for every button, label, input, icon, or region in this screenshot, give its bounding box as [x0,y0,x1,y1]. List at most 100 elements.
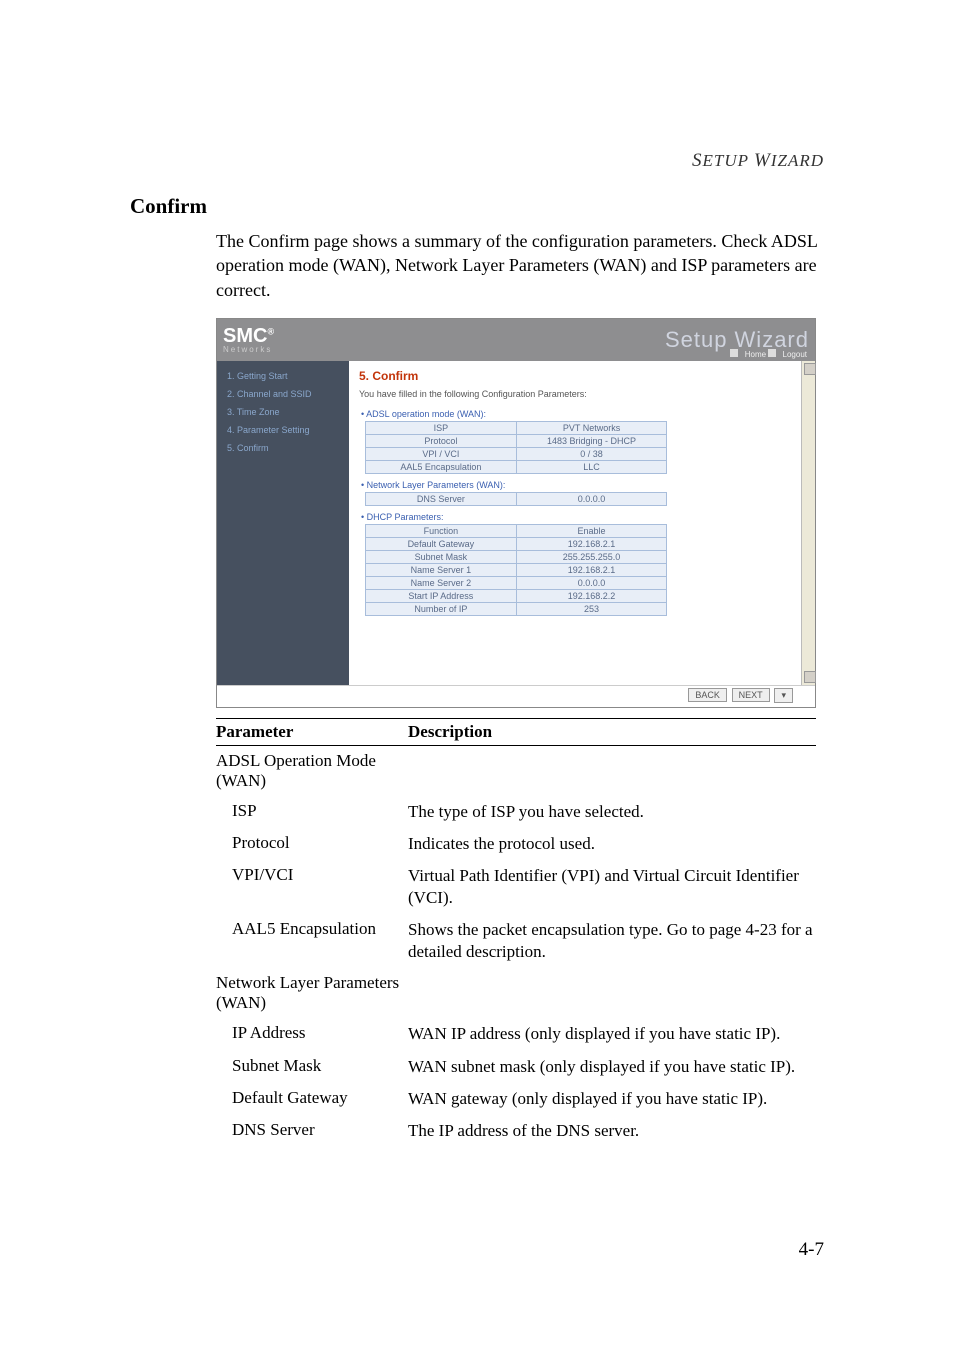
parameter-row: Network Layer Parameters (WAN) [216,968,816,1018]
logo-main: SMC [223,325,267,347]
table-row: Subnet Mask255.255.255.0 [366,550,667,563]
scrollbar[interactable] [801,361,815,685]
table-row: Number of IP253 [366,602,667,615]
sidebar-step-5[interactable]: 5. Confirm [217,439,349,457]
sidebar-step-3[interactable]: 3. Time Zone [217,403,349,421]
section-title: Confirm [130,194,824,219]
sidebar-step-2[interactable]: 2. Channel and SSID [217,385,349,403]
logo-text: SMC® [223,325,274,347]
cell-value: 0.0.0.0 [516,492,667,505]
table-row: Name Server 1192.168.2.1 [366,563,667,576]
home-link[interactable]: Home [745,350,766,359]
intro-paragraph: The Confirm page shows a summary of the … [216,229,824,302]
parameter-name: VPI/VCI [216,865,408,909]
wizard-footer: BACK NEXT ▾ [217,685,815,707]
parameter-description: Shows the packet encapsulation type. Go … [408,919,816,963]
parameter-row: ISPThe type of ISP you have selected. [216,796,816,828]
parameter-table: Parameter Description ADSL Operation Mod… [216,718,816,1147]
running-header: SETUP WIZARD [130,150,824,172]
parameter-row: DNS ServerThe IP address of the DNS serv… [216,1115,816,1147]
table-row: DNS Server0.0.0.0 [366,492,667,505]
parameter-description: WAN IP address (only displayed if you ha… [408,1023,816,1045]
back-button[interactable]: BACK [688,688,727,702]
header-word-1: ETUP [703,151,754,170]
logout-link[interactable]: Logout [783,350,807,359]
cell-value: Enable [516,524,667,537]
parameter-name: AAL5 Encapsulation [216,919,408,963]
parameter-row: ProtocolIndicates the protocol used. [216,828,816,860]
cell-label: Subnet Mask [366,550,517,563]
cell-label: DNS Server [366,492,517,505]
page-number: 4-7 [799,1239,824,1261]
parameter-row: VPI/VCIVirtual Path Identifier (VPI) and… [216,860,816,914]
table-row: Default Gateway192.168.2.1 [366,537,667,550]
parameter-name: ADSL Operation Mode (WAN) [216,751,408,791]
cell-label: AAL5 Encapsulation [366,460,517,473]
adsl-table: ISPPVT Networks Protocol1483 Bridging - … [365,421,667,474]
embedded-screenshot: SMC® Networks Setup Wizard Home Logout 1… [216,318,816,708]
cell-label: Number of IP [366,602,517,615]
parameter-row: Subnet MaskWAN subnet mask (only display… [216,1051,816,1083]
next-button[interactable]: NEXT [732,688,770,702]
group-caption-netlayer-text: Network Layer Parameters (WAN): [367,480,506,490]
parameter-rows: ADSL Operation Mode (WAN) ISPThe type of … [216,746,816,1147]
sidebar-step-4[interactable]: 4. Parameter Setting [217,421,349,439]
table-row: ISPPVT Networks [366,421,667,434]
cell-value: 192.168.2.2 [516,589,667,602]
cell-label: Name Server 2 [366,576,517,589]
table-row: Start IP Address192.168.2.2 [366,589,667,602]
parameter-name: Network Layer Parameters (WAN) [216,973,408,1013]
logo-subtext: Networks [223,345,274,354]
parameter-name: ISP [216,801,408,823]
parameter-description: Virtual Path Identifier (VPI) and Virtua… [408,865,816,909]
table-row: Protocol1483 Bridging - DHCP [366,434,667,447]
col-description: Description [408,722,492,742]
cell-label: Start IP Address [366,589,517,602]
header-initial-2: W [754,150,771,171]
parameter-name: DNS Server [216,1120,408,1142]
table-row: VPI / VCI0 / 38 [366,447,667,460]
document-page: SETUP WIZARD Confirm The Confirm page sh… [0,0,954,1147]
wizard-main: 5. Confirm You have filled in the follow… [349,361,801,685]
app-titlebar: SMC® Networks Setup Wizard Home Logout [217,319,815,361]
scroll-down-icon[interactable]: ▾ [774,688,793,703]
table-row: AAL5 EncapsulationLLC [366,460,667,473]
netlayer-table: DNS Server0.0.0.0 [365,492,667,506]
col-parameter: Parameter [216,722,408,742]
parameter-description: WAN subnet mask (only displayed if you h… [408,1056,816,1078]
group-caption-dhcp-text: DHCP Parameters: [367,512,444,522]
parameter-description [408,751,816,791]
cell-label: ISP [366,421,517,434]
cell-label: VPI / VCI [366,447,517,460]
sidebar-step-1[interactable]: 1. Getting Start [217,367,349,385]
parameter-description: Indicates the protocol used. [408,833,816,855]
parameter-row: IP AddressWAN IP address (only displayed… [216,1018,816,1050]
cell-value: LLC [516,460,667,473]
cell-label: Name Server 1 [366,563,517,576]
cell-value: 253 [516,602,667,615]
step-heading: 5. Confirm [359,369,791,383]
header-word-2: IZARD [771,151,824,170]
table-row: FunctionEnable [366,524,667,537]
parameter-description: The type of ISP you have selected. [408,801,816,823]
app-body: 1. Getting Start 2. Channel and SSID 3. … [217,361,815,685]
cell-label: Default Gateway [366,537,517,550]
logo-block: SMC® Networks [223,325,274,354]
parameter-name: IP Address [216,1023,408,1045]
logout-icon [768,349,776,357]
parameter-table-header: Parameter Description [216,718,816,746]
group-caption-adsl-text: ADSL operation mode (WAN): [366,409,486,419]
parameter-description: The IP address of the DNS server. [408,1120,816,1142]
cell-label: Function [366,524,517,537]
cell-value: 192.168.2.1 [516,537,667,550]
brand-block: Setup Wizard Home Logout [665,327,809,353]
parameter-row: Default GatewayWAN gateway (only display… [216,1083,816,1115]
cell-value: 0 / 38 [516,447,667,460]
group-caption-adsl: • ADSL operation mode (WAN): [361,409,791,419]
group-caption-netlayer: • Network Layer Parameters (WAN): [361,480,791,490]
step-note: You have filled in the following Configu… [359,389,791,399]
parameter-row: AAL5 EncapsulationShows the packet encap… [216,914,816,968]
parameter-name: Default Gateway [216,1088,408,1110]
home-icon [730,349,738,357]
parameter-name: Subnet Mask [216,1056,408,1078]
